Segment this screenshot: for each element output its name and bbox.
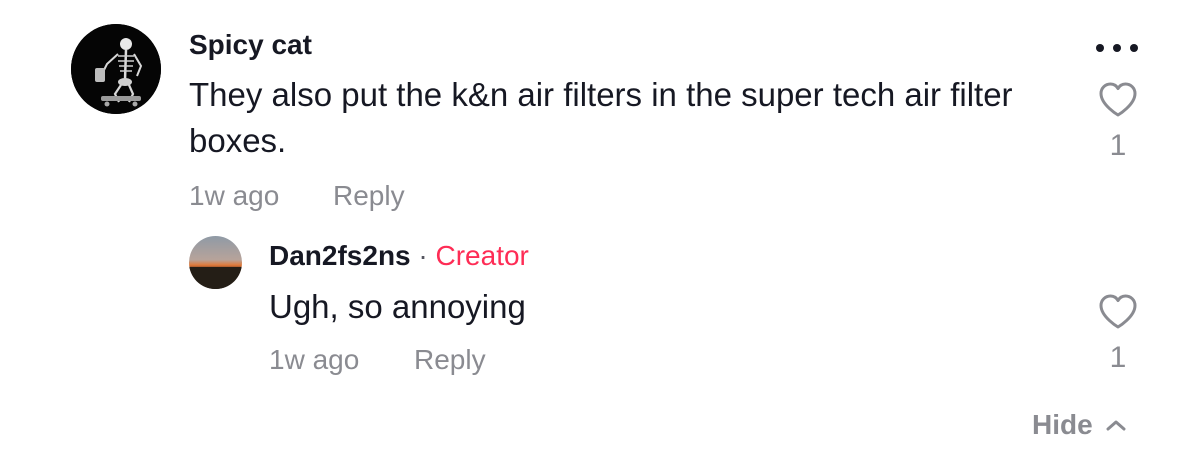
reply-button[interactable]: Reply [414, 344, 486, 376]
comment-timestamp: 1w ago [189, 180, 280, 211]
like-count: 1 [1109, 129, 1127, 162]
creator-badge: Creator [435, 240, 529, 271]
heart-outline-icon [1099, 294, 1137, 329]
skeleton-avatar-icon [71, 24, 161, 114]
reply-timestamp: 1w ago [269, 344, 360, 375]
like-count: 1 [1109, 341, 1127, 374]
more-options-button[interactable] [1092, 34, 1142, 62]
more-horizontal-icon [1096, 44, 1138, 52]
like-button[interactable] [1096, 290, 1140, 334]
comment-username[interactable]: Spicy cat [189, 29, 312, 61]
comment-text: They also put the k&n air filters in the… [189, 76, 1013, 159]
sunset-avatar-icon [189, 236, 242, 289]
reply-username[interactable]: Dan2fs2ns [269, 240, 411, 271]
chevron-up-icon [1106, 420, 1126, 431]
avatar[interactable] [71, 24, 161, 114]
like-button[interactable] [1096, 78, 1140, 122]
hide-label: Hide [1032, 409, 1093, 440]
heart-outline-icon [1099, 82, 1137, 117]
reply-button[interactable]: Reply [333, 180, 405, 212]
hide-replies-button[interactable]: Hide [1032, 405, 1127, 445]
separator-dot: · [418, 240, 428, 271]
reply-username-line: Dan2fs2ns · Creator [269, 240, 529, 272]
avatar[interactable] [189, 236, 242, 289]
reply-text: Ugh, so annoying [269, 288, 526, 325]
